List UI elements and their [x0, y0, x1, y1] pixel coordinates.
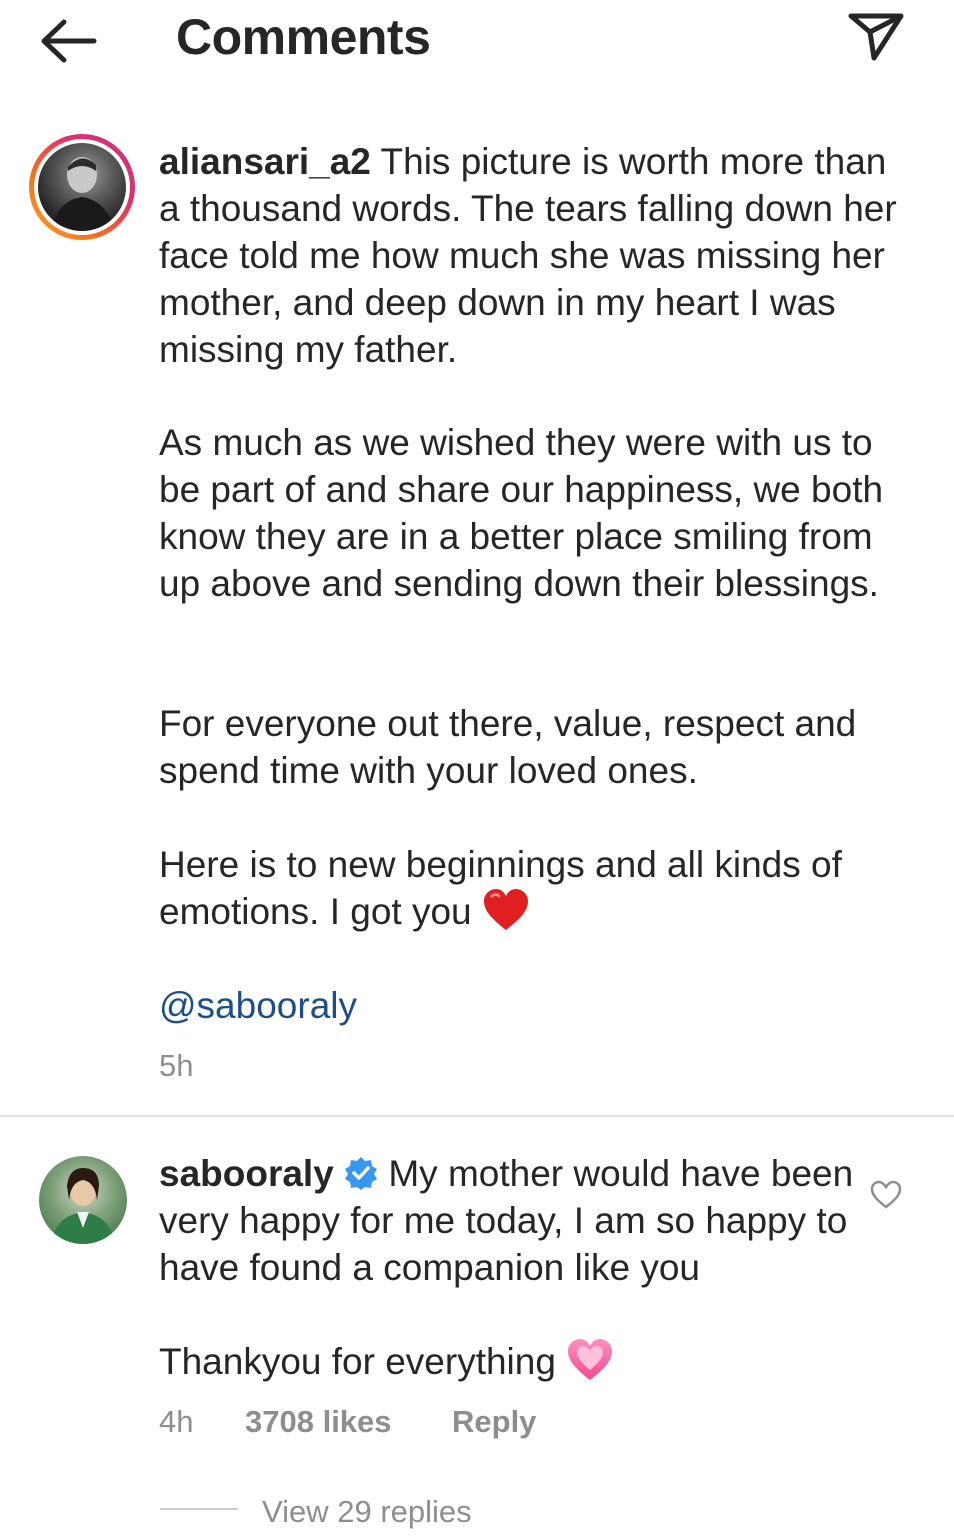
reply-comment-line2: Thankyou for everything: [159, 1338, 614, 1385]
comment-paragraph-last: Here is to new beginnings and all kinds …: [159, 841, 899, 935]
likes-count[interactable]: 3708 likes: [245, 1404, 392, 1440]
avatar[interactable]: [39, 1156, 127, 1244]
comment-time: 4h: [159, 1404, 194, 1439]
divider: [0, 1115, 954, 1117]
comment-paragraph: As much as we wished they were with us t…: [159, 422, 894, 604]
like-heart-icon[interactable]: [870, 1180, 902, 1210]
pink-heart-icon: [568, 1339, 613, 1380]
comment-time: 5h: [159, 1048, 194, 1083]
page-title: Comments: [176, 9, 431, 65]
red-heart-icon: [483, 889, 528, 930]
comment-username[interactable]: sabooraly: [159, 1153, 334, 1194]
mention-link[interactable]: @sabooraly: [159, 982, 357, 1029]
comment-paragraph: For everyone out there, value, respect a…: [159, 703, 867, 791]
back-arrow-icon[interactable]: [38, 18, 98, 64]
replies-divider-line: [160, 1508, 238, 1510]
avatar-story-ring[interactable]: [29, 134, 135, 240]
view-replies-button[interactable]: View 29 replies: [262, 1494, 472, 1530]
comment-username[interactable]: aliansari_a2: [159, 141, 371, 182]
paper-plane-icon[interactable]: [848, 12, 904, 62]
comment-text: Thankyou for everything: [159, 1341, 556, 1382]
comment-body: aliansari_a2 This picture is worth more …: [159, 138, 899, 373]
verified-badge-icon: [345, 1157, 378, 1190]
top-bar: Comments: [0, 0, 954, 84]
avatar: [38, 143, 126, 231]
reply-comment-body: sabooraly My mother would have been very…: [159, 1150, 859, 1291]
reply-button[interactable]: Reply: [452, 1404, 536, 1440]
